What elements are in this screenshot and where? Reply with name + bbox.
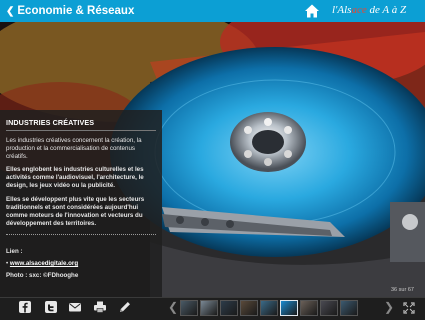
gallery-thumbnail[interactable] <box>300 300 318 316</box>
gallery-thumbnail[interactable] <box>240 300 258 316</box>
link-label: Lien : <box>6 248 23 255</box>
gallery-thumbnail[interactable] <box>260 300 278 316</box>
dotted-divider <box>6 234 156 235</box>
thumbnail-strip <box>180 298 360 318</box>
fullscreen-icon[interactable] <box>403 302 415 314</box>
gallery-thumbnail[interactable] <box>200 300 218 316</box>
top-bar: ❮ Economie & Réseaux l'Alsace de A à Z <box>0 0 425 22</box>
paragraph-3: Elles se développent plus vite que les s… <box>6 196 145 227</box>
mail-icon[interactable] <box>68 300 82 314</box>
link-row: • www.alsacedigitale.org <box>6 260 78 267</box>
gallery-thumbnail[interactable] <box>180 300 198 316</box>
next-thumbnails-button[interactable]: ❯ <box>384 300 394 314</box>
gallery-thumbnail[interactable] <box>340 300 358 316</box>
link-bullet: • <box>6 260 9 267</box>
twitter-icon[interactable] <box>44 300 58 314</box>
panel-title: INDUSTRIES CRÉATIVES <box>6 118 95 127</box>
print-icon[interactable] <box>93 300 107 314</box>
gallery-thumbnail[interactable] <box>280 300 298 316</box>
prev-thumbnails-button[interactable]: ❮ <box>168 300 178 314</box>
section-title: Economie & Réseaux <box>17 5 135 17</box>
brand-logo[interactable]: l'Alsace de A à Z <box>332 4 406 16</box>
website-link[interactable]: www.alsacedigitale.org <box>10 260 78 267</box>
info-panel: INDUSTRIES CRÉATIVES Les industries créa… <box>0 110 162 297</box>
chevron-left-icon: ❮ <box>6 5 15 17</box>
back-button[interactable]: ❮ Economie & Réseaux <box>0 0 134 22</box>
gallery-thumbnail[interactable] <box>320 300 338 316</box>
photo-credit: Photo : sxc: ©FDhooghe <box>6 272 79 279</box>
paragraph-2: Elles englobent les industries culturell… <box>6 166 144 189</box>
pencil-icon[interactable] <box>118 300 132 314</box>
facebook-icon[interactable] <box>18 300 32 314</box>
paragraph-1: Les industries créatives concernent la c… <box>6 137 142 160</box>
photo-counter: 36 sur 67 <box>391 287 414 293</box>
home-icon[interactable] <box>304 3 320 19</box>
gallery-thumbnail[interactable] <box>220 300 238 316</box>
divider <box>6 130 156 131</box>
